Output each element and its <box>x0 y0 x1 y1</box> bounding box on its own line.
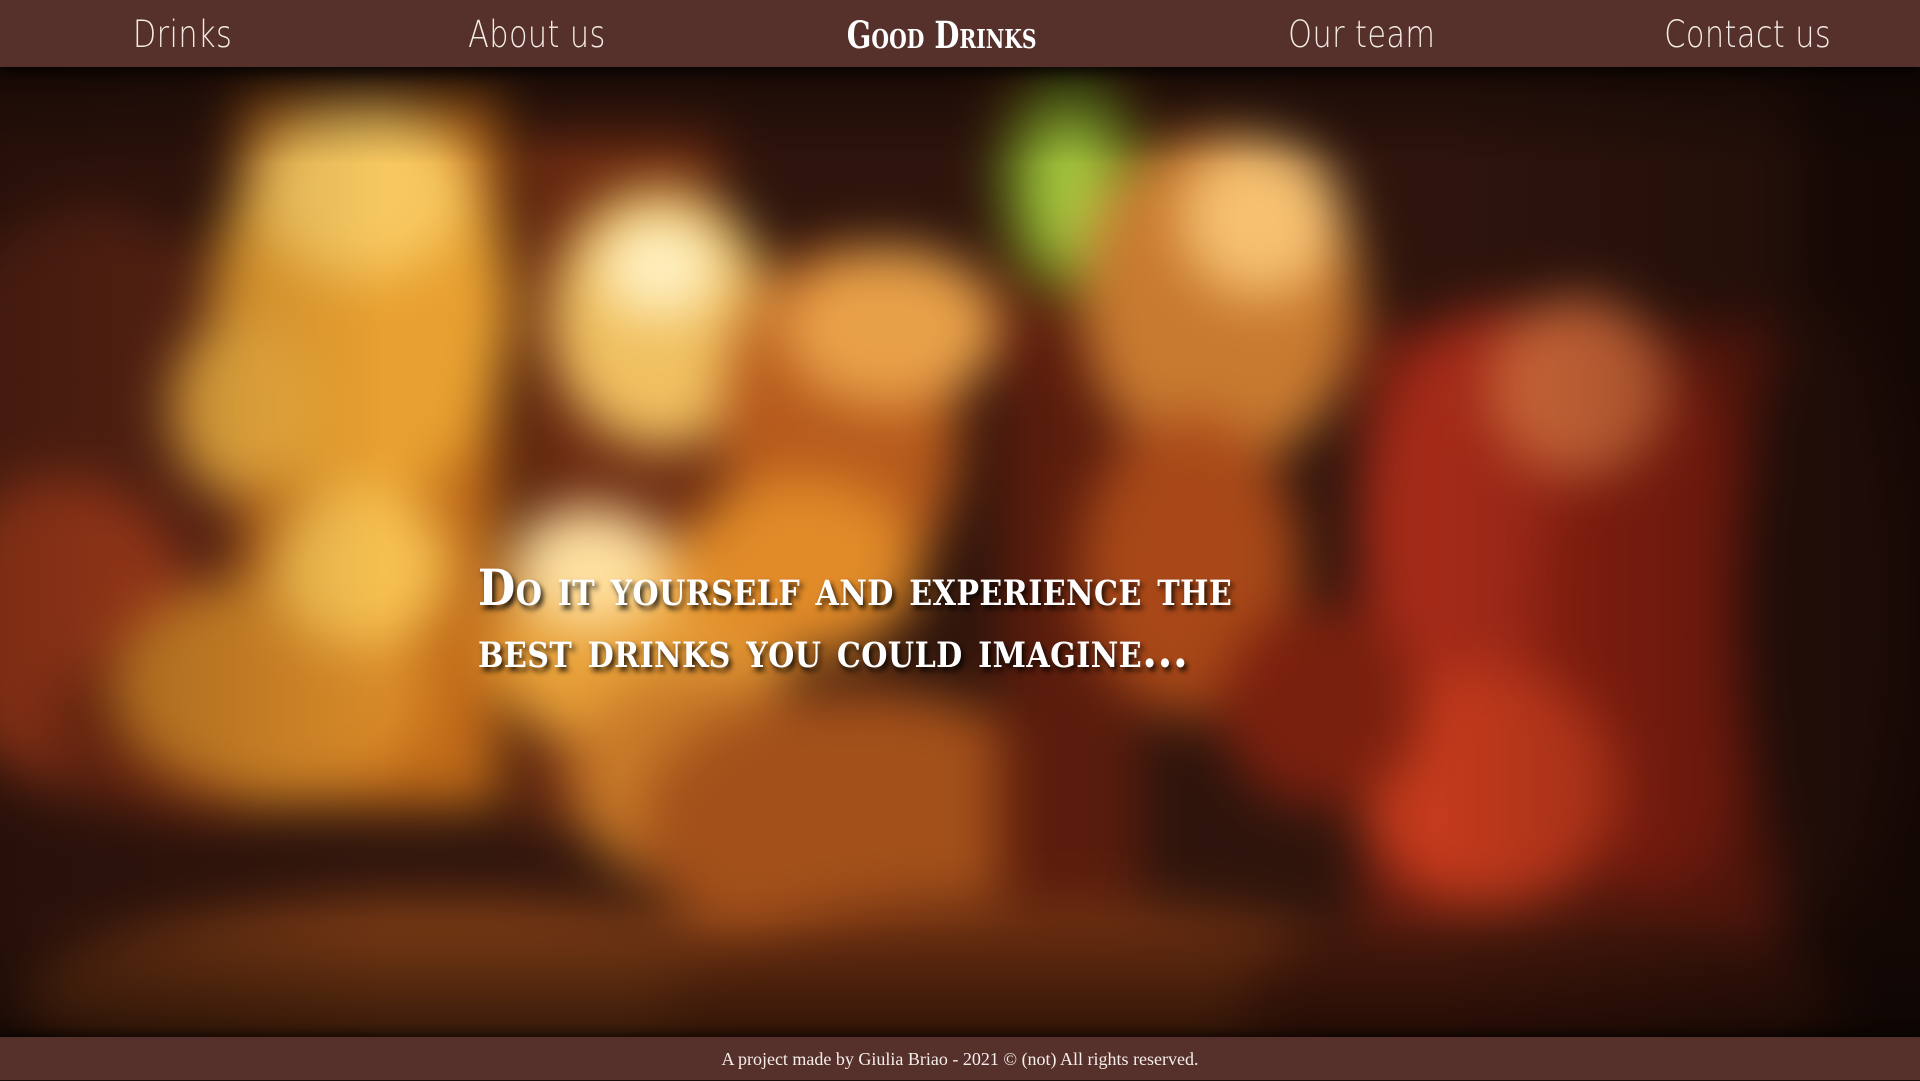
hero-vignette <box>0 67 1920 1037</box>
hero-section: Do it yourself and experience the best d… <box>0 67 1920 1037</box>
brand-logo[interactable]: Good Drinks <box>847 0 1037 67</box>
nav-link-about-us[interactable]: About us <box>468 0 606 67</box>
footer-text: A project made by Giulia Briao - 2021 © … <box>721 1049 1199 1069</box>
nav-link-drinks[interactable]: Drinks <box>133 0 232 67</box>
nav-link-contact-us[interactable]: Contact us <box>1664 0 1831 67</box>
top-navbar: Drinks About us Good Drinks Our team Con… <box>0 0 1920 67</box>
hero-heading: Do it yourself and experience the best d… <box>478 558 1233 679</box>
nav-link-our-team[interactable]: Our team <box>1288 0 1435 67</box>
footer: A project made by Giulia Briao - 2021 © … <box>0 1037 1920 1080</box>
